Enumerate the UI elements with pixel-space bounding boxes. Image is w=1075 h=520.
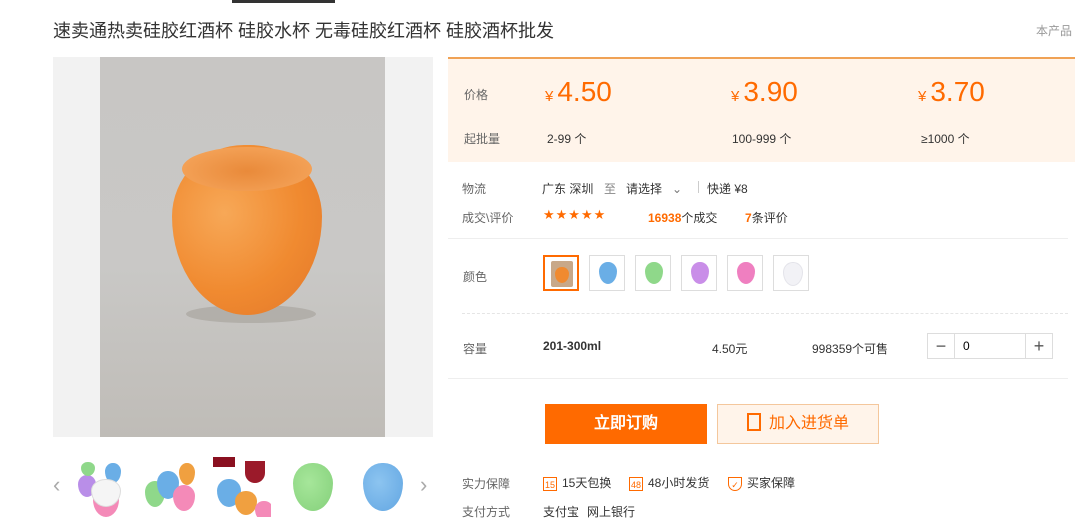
quantity-stepper: − + bbox=[927, 333, 1053, 359]
plus-button[interactable]: + bbox=[1026, 334, 1052, 358]
logistics-origin: 广东 深圳 bbox=[542, 182, 594, 196]
divider bbox=[448, 378, 1068, 379]
product-note: 本产品 bbox=[1036, 24, 1073, 38]
separator bbox=[698, 181, 699, 193]
minus-button[interactable]: − bbox=[928, 334, 954, 358]
divider bbox=[448, 238, 1068, 239]
thumbnail-5[interactable] bbox=[353, 457, 411, 517]
guarantee-item-buyer: ✓ 买家保障 bbox=[728, 474, 795, 491]
destination-select[interactable]: 请选择 ⌄ bbox=[626, 180, 682, 197]
chevron-down-icon: ⌄ bbox=[672, 182, 683, 196]
thumbnail-2[interactable] bbox=[143, 457, 201, 517]
shipping-time-icon: 48 bbox=[629, 476, 643, 491]
guarantee-label: 实力保障 bbox=[462, 477, 511, 491]
thumbnail-3[interactable] bbox=[213, 457, 271, 517]
price-label: 价格 bbox=[464, 88, 489, 102]
active-tab-indicator bbox=[232, 0, 335, 3]
exchange-icon: 15 bbox=[543, 476, 557, 491]
qty-tier-2: 100-999 个 bbox=[732, 132, 792, 146]
add-to-purchase-list-button[interactable]: 加入进货单 bbox=[717, 404, 879, 444]
shield-icon: ✓ bbox=[728, 476, 742, 491]
thumb-next-arrow[interactable]: › bbox=[420, 472, 427, 498]
price-tier-1: ¥4.50 bbox=[545, 76, 612, 107]
color-swatch-pink[interactable] bbox=[727, 255, 763, 291]
product-photo bbox=[100, 57, 385, 437]
payment-alipay: 支付宝 bbox=[543, 505, 580, 519]
payment-label: 支付方式 bbox=[462, 505, 511, 519]
capacity-value: 201-300ml bbox=[543, 339, 602, 353]
thumbnail-4[interactable] bbox=[283, 457, 341, 517]
logistics-label: 物流 bbox=[462, 182, 487, 196]
color-swatch-purple[interactable] bbox=[681, 255, 717, 291]
reviews-count[interactable]: 7条评价 bbox=[745, 209, 788, 226]
guarantee-item-48h: 48 48小时发货 bbox=[629, 476, 710, 491]
divider bbox=[462, 313, 1068, 314]
clipboard-icon bbox=[746, 412, 761, 431]
thumb-prev-arrow[interactable]: ‹ bbox=[53, 472, 60, 498]
logistics-to: 至 bbox=[604, 182, 617, 196]
color-swatch-white[interactable] bbox=[773, 255, 809, 291]
moq-label: 起批量 bbox=[464, 132, 501, 146]
capacity-label: 容量 bbox=[463, 342, 488, 356]
qty-tier-3: ≥1000 个 bbox=[921, 132, 970, 146]
deals-count[interactable]: 16938个成交 bbox=[648, 209, 717, 226]
buy-now-button[interactable]: 立即订购 bbox=[545, 404, 707, 444]
guarantee-item-15day: 15 15天包换 bbox=[543, 476, 612, 491]
payment-online-bank: 网上银行 bbox=[587, 505, 636, 519]
color-swatch-orange[interactable] bbox=[543, 255, 579, 291]
product-title: 速卖通热卖硅胶红酒杯 硅胶水杯 无毒硅胶红酒杯 硅胶酒杯批发 bbox=[53, 21, 555, 41]
qty-tier-1: 2-99 个 bbox=[547, 132, 587, 146]
rating-stars: ★★★★★ bbox=[543, 207, 607, 222]
thumbnail-1[interactable] bbox=[73, 457, 131, 517]
price-tier-3: ¥3.70 bbox=[918, 76, 985, 107]
capacity-price: 4.50元 bbox=[712, 342, 748, 356]
color-swatch-green[interactable] bbox=[635, 255, 671, 291]
price-tier-2: ¥3.90 bbox=[731, 76, 798, 107]
capacity-stock: 998359个可售 bbox=[812, 342, 889, 356]
shipping-fee: 快递 ¥8 bbox=[707, 182, 748, 196]
main-product-image[interactable] bbox=[53, 57, 433, 437]
color-swatch-blue[interactable] bbox=[589, 255, 625, 291]
quantity-input[interactable] bbox=[954, 334, 1026, 358]
transactions-label: 成交\评价 bbox=[462, 211, 514, 225]
color-label: 颜色 bbox=[463, 270, 488, 284]
